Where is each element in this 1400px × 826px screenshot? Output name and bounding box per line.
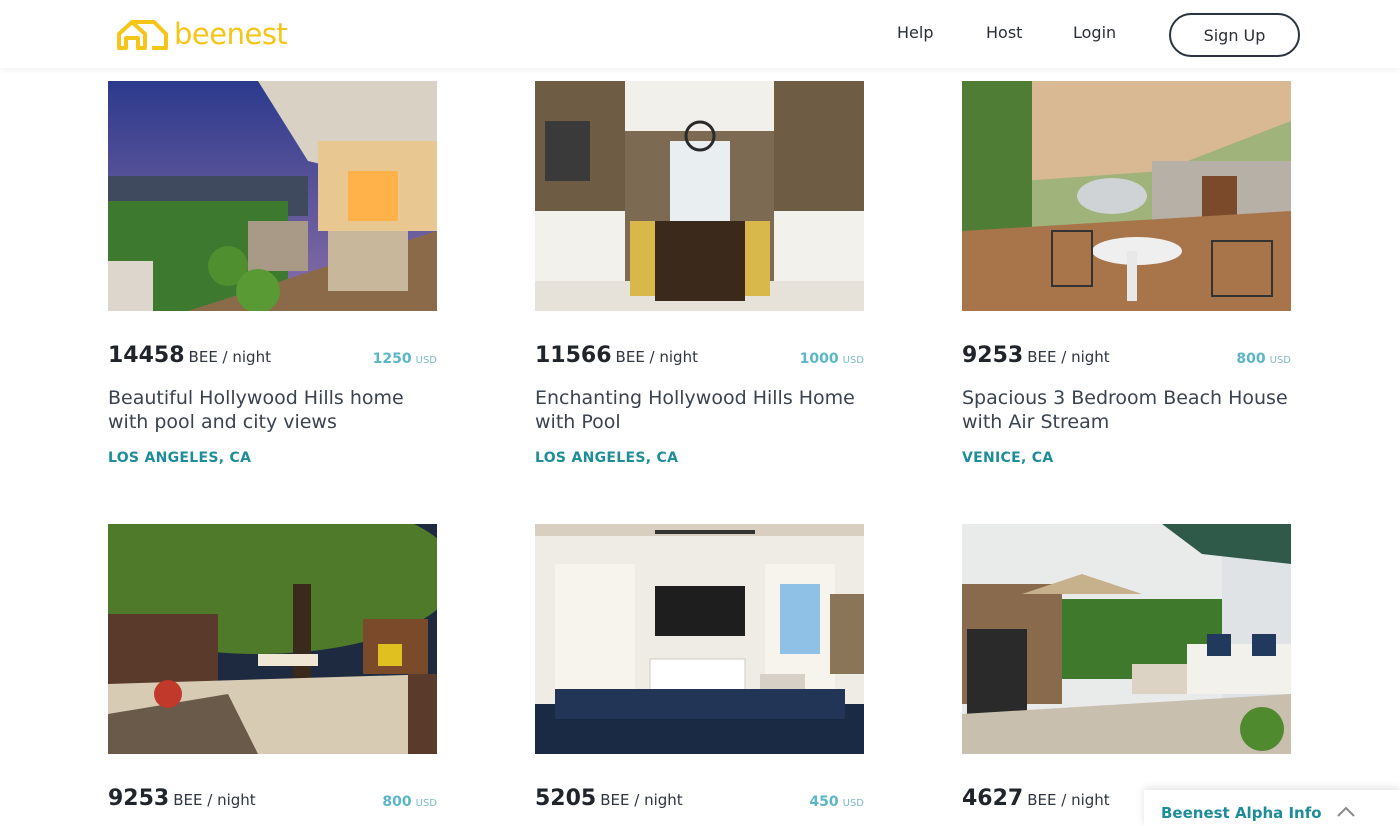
beenest-logo[interactable]: beenest [116, 14, 288, 54]
usd-price: 450 USD [809, 794, 864, 810]
alpha-info-panel[interactable]: Beenest Alpha Info [1144, 790, 1400, 826]
nav-help[interactable]: Help [897, 22, 933, 44]
listing-photo[interactable] [535, 81, 864, 311]
listing-photo[interactable] [962, 524, 1291, 754]
price-row: 9253 BEE / night 800 USD [962, 340, 1291, 370]
listing-photo[interactable] [962, 81, 1291, 311]
usd-price: 1000 USD [799, 351, 864, 367]
brand-name: beenest [174, 17, 288, 51]
chevron-up-icon[interactable] [1336, 804, 1356, 818]
bee-price: 9253 BEE / night [108, 786, 256, 811]
alpha-info-label: Beenest Alpha Info [1161, 804, 1322, 822]
nav-login[interactable]: Login [1073, 22, 1116, 44]
listing-photo[interactable] [108, 81, 437, 311]
price-row: 14458 BEE / night 1250 USD [108, 340, 437, 370]
bee-price: 11566 BEE / night [535, 343, 698, 368]
signup-button[interactable]: Sign Up [1169, 13, 1300, 57]
listing-photo[interactable] [108, 524, 437, 754]
listing-location: VENICE, CA [962, 450, 1054, 466]
listing-location: LOS ANGELES, CA [108, 450, 252, 466]
usd-price: 800 USD [382, 794, 437, 810]
usd-price: 1250 USD [372, 351, 437, 367]
listing-photo[interactable] [535, 524, 864, 754]
bee-price: 14458 BEE / night [108, 343, 271, 368]
top-navbar: beenest Help Host Login Sign Up [0, 0, 1400, 68]
house-logo-icon [117, 20, 168, 50]
bee-price: 9253 BEE / night [962, 343, 1110, 368]
listing-title[interactable]: Spacious 3 Bedroom Beach House with Air … [962, 386, 1291, 434]
usd-price: 800 USD [1236, 351, 1291, 367]
nav-host[interactable]: Host [986, 22, 1022, 44]
price-row: 9253 BEE / night 800 USD [108, 783, 437, 813]
listing-title[interactable]: Beautiful Hollywood Hills home with pool… [108, 386, 437, 434]
listing-location: LOS ANGELES, CA [535, 450, 679, 466]
price-row: 11566 BEE / night 1000 USD [535, 340, 864, 370]
bee-price: 5205 BEE / night [535, 786, 683, 811]
price-row: 5205 BEE / night 450 USD [535, 783, 864, 813]
listing-title[interactable]: Enchanting Hollywood Hills Home with Poo… [535, 386, 864, 434]
bee-price: 4627 BEE / night [962, 786, 1110, 811]
